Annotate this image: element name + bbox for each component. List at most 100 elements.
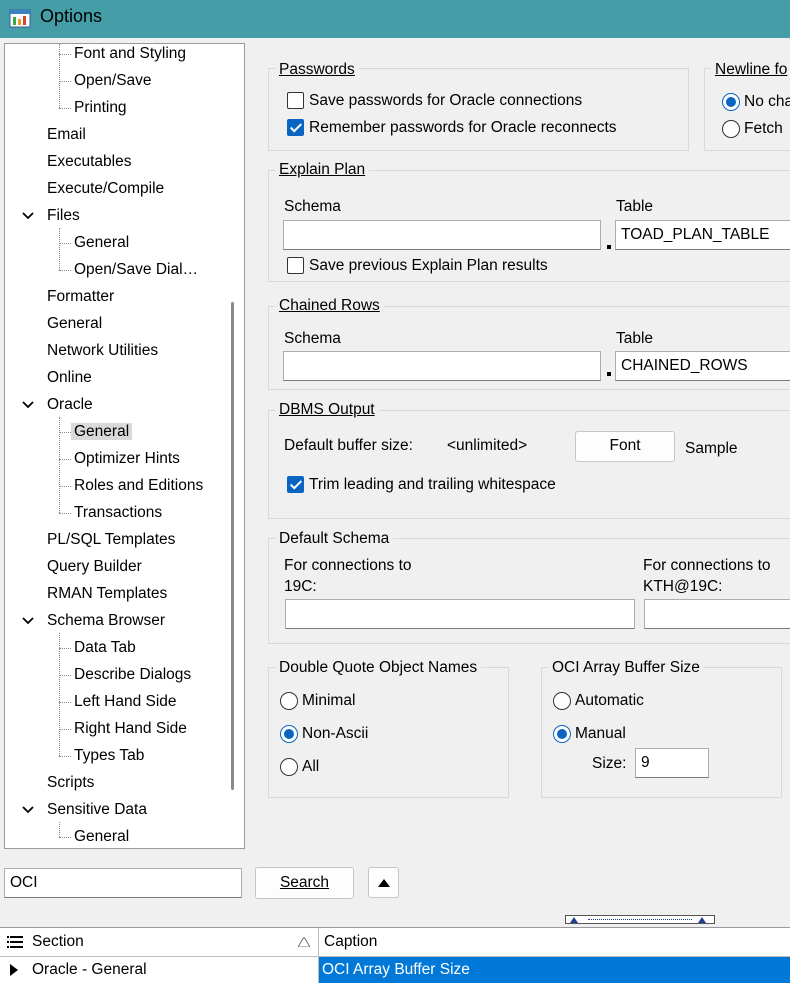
tree-connector <box>59 648 71 649</box>
column-header-caption[interactable]: Caption <box>324 929 377 955</box>
tree-item[interactable]: Data Tab <box>71 636 139 660</box>
tree-item[interactable]: Optimizer Hints <box>71 447 183 471</box>
tree-item-label: Oracle <box>47 396 93 413</box>
tree-item-label: Describe Dialogs <box>74 666 192 683</box>
tree-item[interactable]: Printing <box>71 96 130 120</box>
manual-radio[interactable] <box>553 725 571 743</box>
tree-item-label: Schema Browser <box>47 612 166 629</box>
tree-item[interactable]: Right Hand Side <box>71 717 190 741</box>
sort-ascending-icon <box>298 937 310 947</box>
tree-item[interactable]: Network Utilities <box>44 339 161 363</box>
tree-item[interactable]: General <box>71 420 133 444</box>
conn2-schema-input[interactable] <box>644 599 790 629</box>
tree-item-label: Right Hand Side <box>74 720 187 737</box>
tree-item-label: Online <box>47 369 92 386</box>
tree-item-label: Open/Save Dial… <box>74 261 199 278</box>
remember-passwords-label: Remember passwords for Oracle reconnects <box>309 119 617 136</box>
non-ascii-radio[interactable] <box>280 725 298 743</box>
tree-item-label: Printing <box>74 99 127 116</box>
tree-item[interactable]: Left Hand Side <box>71 690 180 714</box>
tree-item-label: Scripts <box>47 774 95 791</box>
row-section-cell[interactable]: Oracle - General <box>32 957 147 983</box>
tree-item-label: Roles and Editions <box>74 477 204 494</box>
all-radio[interactable] <box>280 758 298 776</box>
collapse-up-button[interactable] <box>368 867 399 898</box>
explain-table-input[interactable]: TOAD_PLAN_TABLE <box>615 220 790 250</box>
manual-label: Manual <box>575 725 626 742</box>
newline-option-2-radio[interactable] <box>722 120 740 138</box>
font-button[interactable]: Font <box>575 431 675 462</box>
automatic-label: Automatic <box>575 692 644 709</box>
save-previous-explain-checkbox[interactable] <box>287 257 304 274</box>
automatic-radio[interactable] <box>553 692 571 710</box>
tree-item[interactable]: Formatter <box>44 285 117 309</box>
save-passwords-checkbox[interactable] <box>287 92 304 109</box>
table-row[interactable]: Oracle - General OCI Array Buffer Size <box>0 957 790 983</box>
column-header-section[interactable]: Section <box>32 929 84 955</box>
results-grid[interactable]: Section Caption Oracle - General OCI Arr… <box>0 927 790 985</box>
row-caption-cell-selected[interactable]: OCI Array Buffer Size <box>319 957 790 983</box>
minimal-radio[interactable] <box>280 692 298 710</box>
search-input[interactable]: OCI <box>4 868 242 898</box>
trim-whitespace-checkbox[interactable] <box>287 476 304 493</box>
conn2-label-line1: For connections to <box>643 557 771 574</box>
tree-item[interactable]: Scripts <box>44 771 97 795</box>
tree-scrollbar-thumb[interactable] <box>231 302 234 790</box>
tree-item[interactable]: Schema Browser <box>44 609 168 633</box>
splitter-handle[interactable] <box>565 915 715 924</box>
buffer-size-label: Default buffer size: <box>284 437 413 454</box>
current-row-indicator-icon <box>10 964 18 976</box>
conn1-label-line2: 19C: <box>284 578 317 595</box>
tree-item[interactable]: Online <box>44 366 95 390</box>
tree-item[interactable]: General <box>71 231 132 255</box>
tree-guide-line <box>59 417 60 513</box>
chevron-down-icon[interactable] <box>22 210 34 222</box>
tree-item[interactable]: Open/Save <box>71 69 155 93</box>
tree-item-label: RMAN Templates <box>47 585 168 602</box>
tree-item-label: Font and Styling <box>74 45 187 62</box>
tree-guide-line <box>59 44 60 108</box>
tree-item[interactable]: Sensitive Data <box>44 798 150 822</box>
grid-header: Section Caption <box>0 928 790 957</box>
tree-item[interactable]: Transactions <box>71 501 165 525</box>
tree-connector <box>59 702 71 703</box>
tree-item[interactable]: Executables <box>44 150 134 174</box>
search-button[interactable]: Search <box>255 867 354 899</box>
chevron-down-icon[interactable] <box>22 615 34 627</box>
explain-schema-input[interactable] <box>283 220 601 250</box>
tree-item[interactable]: Types Tab <box>71 744 147 768</box>
tree-item-label: Executables <box>47 153 132 170</box>
tree-item[interactable]: General <box>44 312 105 336</box>
tree-item[interactable]: Files <box>44 204 83 228</box>
tree-item[interactable]: Roles and Editions <box>71 474 206 498</box>
dbms-output-title: DBMS Output <box>275 400 379 420</box>
grid-menu-icon[interactable] <box>7 936 23 948</box>
newline-option-1-radio[interactable] <box>722 93 740 111</box>
tree-item[interactable]: Oracle <box>44 393 96 417</box>
tree-connector <box>59 756 71 757</box>
tree-item[interactable]: Open/Save Dial… <box>71 258 201 282</box>
tree-item[interactable]: RMAN Templates <box>44 582 170 606</box>
chained-table-input[interactable]: CHAINED_ROWS <box>615 351 790 381</box>
tree-item[interactable]: PL/SQL Templates <box>44 528 178 552</box>
tree-item[interactable]: Font and Styling <box>71 44 189 66</box>
chained-schema-input[interactable] <box>283 351 601 381</box>
tree-connector <box>59 270 71 271</box>
tree-item-label: General <box>71 423 133 440</box>
tree-connector <box>59 54 71 55</box>
tree-item[interactable]: Execute/Compile <box>44 177 167 201</box>
options-tree[interactable]: Font and Styling Open/Save Printing Email Ex… <box>4 43 245 849</box>
tree-item[interactable]: Query Builder <box>44 555 145 579</box>
tree-item[interactable]: General <box>71 825 132 848</box>
chevron-down-icon[interactable] <box>22 399 34 411</box>
explain-table-label: Table <box>616 198 654 215</box>
conn1-schema-input[interactable] <box>285 599 635 629</box>
chevron-down-icon[interactable] <box>22 804 34 816</box>
remember-passwords-checkbox[interactable] <box>287 119 304 136</box>
newline-option-2-label: Fetch <box>744 120 783 137</box>
non-ascii-label: Non-Ascii <box>302 725 369 742</box>
tree-item-label: PL/SQL Templates <box>47 531 176 548</box>
tree-item[interactable]: Describe Dialogs <box>71 663 194 687</box>
buffer-size-input[interactable]: 9 <box>635 748 709 778</box>
tree-item[interactable]: Email <box>44 123 89 147</box>
